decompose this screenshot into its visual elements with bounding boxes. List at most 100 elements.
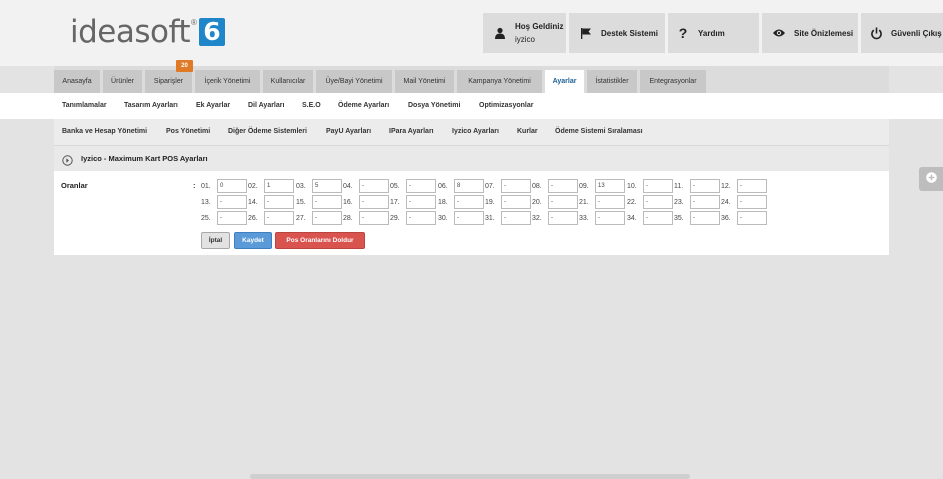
rate-input[interactable]: - (406, 179, 436, 193)
rate-input[interactable]: - (312, 195, 342, 209)
rate-field: 31. - (485, 211, 531, 225)
tab-ayarlar[interactable]: Ayarlar (545, 70, 584, 93)
subnav-pos-yonetimi[interactable]: Pos Yönetimi (166, 128, 210, 135)
rate-input[interactable]: - (217, 195, 247, 209)
rate-input[interactable]: - (454, 195, 484, 209)
logo-badge: 6 (198, 18, 225, 46)
cancel-button[interactable]: İptal (201, 232, 230, 249)
rate-input[interactable]: 13 (595, 179, 625, 193)
rate-input[interactable]: 8 (454, 179, 484, 193)
rate-number-label: 07. (485, 182, 495, 190)
subnav-diger-odeme[interactable]: Diğer Ödeme Sistemleri (228, 128, 307, 135)
ideasoft-logo[interactable]: ideasoft ® 6 (70, 14, 225, 50)
rate-number-label: 19. (485, 198, 495, 206)
rate-field: 11. - (674, 179, 720, 193)
welcome-title: Hoş Geldiniz (515, 22, 564, 31)
tab-icerik-yonetimi[interactable]: İçerik Yönetimi (195, 70, 260, 93)
tab-entegrasyonlar[interactable]: Entegrasyonlar (640, 70, 706, 93)
rate-input[interactable]: 0 (217, 179, 247, 193)
subnav-seo[interactable]: S.E.O (302, 102, 321, 109)
rate-number-label: 27. (296, 214, 306, 222)
rate-input[interactable]: - (643, 211, 673, 225)
rate-input[interactable]: - (737, 211, 767, 225)
tab-uye-bayi-yonetimi[interactable]: Üye/Bayi Yönetimi (316, 70, 392, 93)
subnav-ipara-ayarlari[interactable]: IPara Ayarları (389, 128, 434, 135)
fill-pos-rates-button[interactable]: Pos Oranlarını Doldur (275, 232, 365, 249)
rate-input[interactable]: - (690, 179, 720, 193)
rate-input[interactable]: - (312, 211, 342, 225)
rate-input[interactable]: - (643, 195, 673, 209)
rate-input[interactable]: - (548, 195, 578, 209)
rate-number-label: 16. (343, 198, 353, 206)
rate-number-label: 03. (296, 182, 306, 190)
rate-input[interactable]: - (217, 211, 247, 225)
rate-field: 16. - (343, 195, 389, 209)
subnav-tasarim-ayarlari[interactable]: Tasarım Ayarları (124, 102, 178, 109)
rate-input[interactable]: - (737, 195, 767, 209)
logout-button[interactable]: Güvenli Çıkış (861, 13, 943, 53)
rate-input[interactable]: - (501, 179, 531, 193)
welcome-user-box[interactable]: Hoş Geldiniz iyzico (483, 13, 566, 53)
rate-input[interactable]: - (690, 211, 720, 225)
rate-input[interactable]: - (595, 195, 625, 209)
tab-kampanya-yonetimi[interactable]: Kampanya Yönetimi (457, 70, 542, 93)
subnav-odeme-siralamasi[interactable]: Ödeme Sistemi Sıralaması (555, 128, 643, 135)
rate-input[interactable]: - (595, 211, 625, 225)
rate-input[interactable]: - (406, 211, 436, 225)
subnav-odeme-ayarlari[interactable]: Ödeme Ayarları (338, 102, 389, 109)
rate-input[interactable]: - (359, 211, 389, 225)
rate-field: 34. - (627, 211, 673, 225)
tab-kullanicilar[interactable]: Kullanıcılar (263, 70, 313, 93)
subnav-iyzico-ayarlari[interactable]: Iyzico Ayarları (452, 128, 499, 135)
rate-number-label: 18. (438, 198, 448, 206)
rates-colon: : (193, 181, 196, 190)
rate-number-label: 05. (390, 182, 400, 190)
support-system-button[interactable]: Destek Sistemi (569, 13, 665, 53)
rate-number-label: 30. (438, 214, 448, 222)
rate-input[interactable]: - (643, 179, 673, 193)
subnav-optimizasyonlar[interactable]: Optimizasyonlar (479, 102, 533, 109)
rate-number-label: 15. (296, 198, 306, 206)
rate-number-label: 12. (721, 182, 731, 190)
rate-number-label: 24. (721, 198, 731, 206)
rate-input[interactable]: - (264, 195, 294, 209)
tab-siparisler[interactable]: Siparişler (145, 70, 192, 93)
rate-input[interactable]: - (406, 195, 436, 209)
rate-input[interactable]: 5 (312, 179, 342, 193)
site-preview-button[interactable]: Site Önizlemesi (762, 13, 858, 53)
rate-input[interactable]: - (690, 195, 720, 209)
rate-number-label: 08. (532, 182, 542, 190)
rate-input[interactable]: - (454, 211, 484, 225)
rate-field: 28. - (343, 211, 389, 225)
subnav-tanimlamalar[interactable]: Tanımlamalar (62, 102, 107, 109)
help-button[interactable]: ? Yardım (668, 13, 759, 53)
subnav-payu-ayarlari[interactable]: PayU Ayarları (326, 128, 371, 135)
subnav-dil-ayarlari[interactable]: Dil Ayarları (248, 102, 284, 109)
payment-subnav: Banka ve Hesap Yönetimi Pos Yönetimi Diğ… (54, 119, 889, 145)
rate-input[interactable]: - (264, 211, 294, 225)
rate-input[interactable]: - (501, 211, 531, 225)
tab-istatistikler[interactable]: İstatistikler (587, 70, 637, 93)
rate-field: 13. - (201, 195, 247, 209)
rate-field: 07. - (485, 179, 531, 193)
circle-arrow-icon[interactable] (62, 153, 73, 171)
add-widget-button[interactable] (919, 167, 943, 191)
save-button[interactable]: Kaydet (234, 232, 272, 249)
rate-input[interactable]: - (737, 179, 767, 193)
rate-number-label: 17. (390, 198, 400, 206)
rate-input[interactable]: - (548, 211, 578, 225)
subnav-kurlar[interactable]: Kurlar (517, 128, 538, 135)
tab-mail-yonetimi[interactable]: Mail Yönetimi (395, 70, 454, 93)
subnav-ek-ayarlar[interactable]: Ek Ayarlar (196, 102, 230, 109)
tab-urunler[interactable]: Ürünler (103, 70, 142, 93)
rate-input[interactable]: - (359, 195, 389, 209)
rate-input[interactable]: - (501, 195, 531, 209)
panel-title: Iyzico - Maximum Kart POS Ayarları (81, 154, 208, 163)
subnav-dosya-yonetimi[interactable]: Dosya Yönetimi (408, 102, 460, 109)
tab-anasayfa[interactable]: Anasayfa (54, 70, 100, 93)
subnav-banka-hesap[interactable]: Banka ve Hesap Yönetimi (62, 128, 147, 135)
panel-header: Iyzico - Maximum Kart POS Ayarları (54, 145, 889, 172)
rate-input[interactable]: - (548, 179, 578, 193)
rate-input[interactable]: - (359, 179, 389, 193)
rate-input[interactable]: 1 (264, 179, 294, 193)
